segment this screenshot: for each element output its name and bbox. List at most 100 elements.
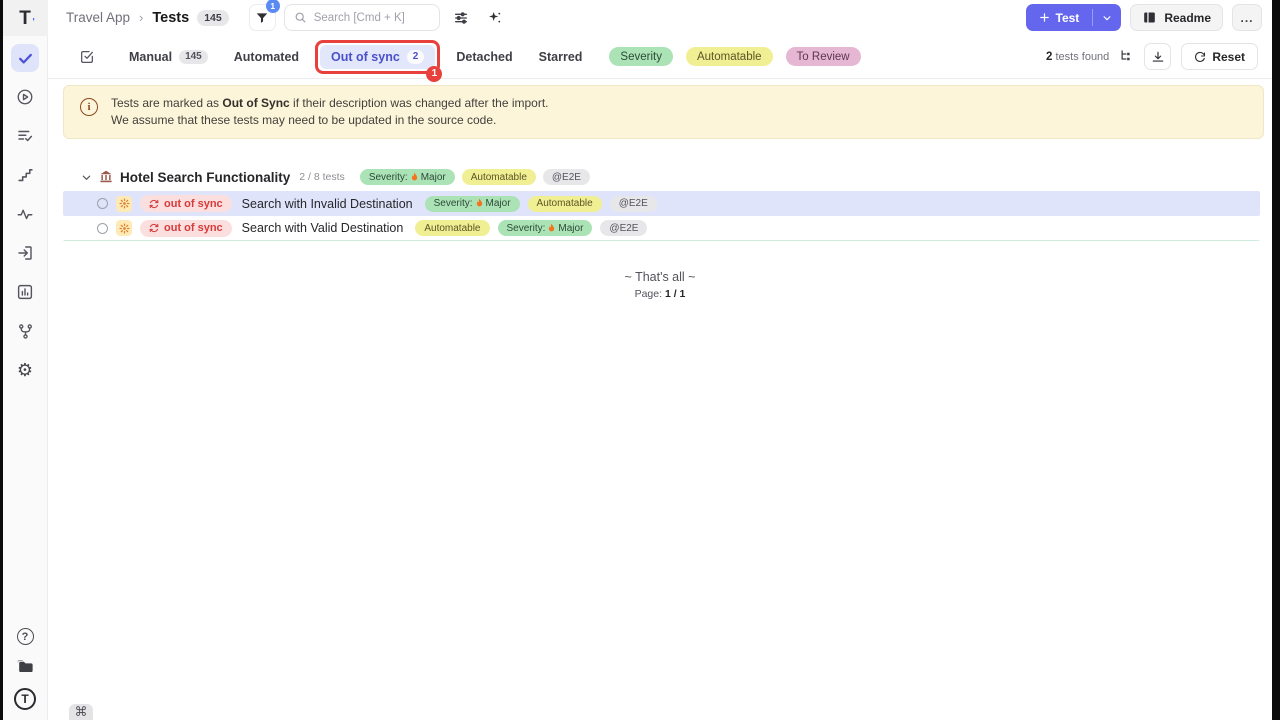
out-of-sync-info-banner: i Tests are marked as Out of Sync if the… (63, 85, 1264, 139)
fire-icon (410, 172, 419, 183)
banner-text: Tests are marked as Out of Sync if their… (111, 95, 549, 129)
test-status-circle-icon[interactable] (97, 198, 108, 209)
pagination: ~ That's all ~ Page: 1 / 1 (48, 270, 1272, 300)
sun-icon (116, 196, 132, 212)
sidebar-item-branches[interactable] (11, 317, 39, 345)
test-list: Hotel Search Functionality 2 / 8 tests S… (63, 166, 1260, 241)
pill-to-review[interactable]: To Review (786, 47, 861, 66)
tab-detached[interactable]: Detached (445, 45, 523, 69)
test-name[interactable]: Search with Valid Destination (242, 221, 404, 235)
new-test-dropdown-button[interactable] (1093, 4, 1121, 31)
pill-automatable[interactable]: Automatable (686, 47, 773, 66)
sparkles-icon (487, 10, 503, 26)
test-badge-tag: @E2E (610, 196, 657, 212)
sidebar-item-runs[interactable] (11, 83, 39, 111)
breadcrumb-current-page: Tests (152, 10, 189, 26)
sidebar-item-analytics[interactable] (11, 200, 39, 228)
tab-out-of-sync-wrap: Out of sync 2 1 (320, 45, 435, 69)
breadcrumb-project[interactable]: Travel App (66, 10, 130, 25)
tab-out-of-sync[interactable]: Out of sync 2 (320, 45, 435, 69)
tab-manual[interactable]: Manual 145 (118, 45, 219, 69)
ellipsis-icon: ... (1241, 11, 1254, 25)
brand-t-icon: T (19, 9, 31, 28)
plus-icon (1039, 12, 1050, 23)
suite-test-count: 2 / 8 tests (299, 171, 345, 183)
brand-logo-icon[interactable]: T (14, 688, 36, 710)
view-settings-button[interactable] (448, 5, 474, 31)
sidebar-item-reports[interactable] (11, 278, 39, 306)
banner-line-2: We assume that these tests may need to b… (111, 112, 549, 129)
banner-line-1: Tests are marked as Out of Sync if their… (111, 95, 549, 112)
bar-chart-icon (16, 283, 34, 301)
sidebar-item-pulls[interactable] (11, 239, 39, 267)
sync-icon (149, 199, 159, 209)
export-button[interactable] (1144, 43, 1171, 70)
new-test-button[interactable]: Test (1026, 4, 1093, 31)
fire-icon (547, 223, 556, 234)
test-badge-automatable: Automatable (528, 196, 602, 212)
test-row[interactable]: out of sync Search with Invalid Destinat… (63, 191, 1260, 216)
checkbox-edit-icon (79, 49, 95, 65)
tests-total-count-badge: 145 (197, 10, 229, 26)
play-circle-icon (16, 88, 34, 106)
sidebar-item-settings[interactable]: ⚙ (11, 356, 39, 384)
test-badge-tag: @E2E (600, 220, 647, 236)
new-test-split-button: Test (1026, 4, 1122, 31)
out-of-sync-badge: out of sync (140, 195, 232, 212)
help-icon[interactable]: ? (17, 628, 34, 645)
test-badge-automatable: Automatable (415, 220, 489, 236)
suite-badge-automatable: Automatable (462, 169, 536, 185)
filter-pills: Severity Automatable To Review (609, 47, 860, 66)
folder-icon[interactable] (16, 657, 35, 676)
test-row[interactable]: out of sync Search with Valid Destinatio… (63, 216, 1260, 241)
command-icon: ⌘ (75, 704, 88, 720)
sidebar-bottom: ? T (14, 628, 36, 720)
readme-label: Readme (1164, 11, 1211, 25)
tab-starred[interactable]: Starred (528, 45, 594, 69)
gear-icon: ⚙ (17, 361, 33, 379)
tab-automated-label: Automated (234, 50, 299, 64)
sidebar-item-steps[interactable] (11, 161, 39, 189)
ai-assist-button[interactable] (482, 5, 508, 31)
sidebar-item-plans[interactable] (11, 122, 39, 150)
test-name[interactable]: Search with Invalid Destination (242, 197, 413, 211)
results-count-label: tests found (1055, 51, 1109, 63)
app-logo[interactable]: T' (3, 0, 48, 36)
sync-icon (149, 223, 159, 233)
topbar-actions: Test Readme ... (1026, 4, 1262, 31)
tab-detached-label: Detached (456, 50, 512, 64)
tab-manual-label: Manual (129, 50, 172, 64)
test-badge-severity: Severity: Major (498, 220, 593, 236)
search-input[interactable] (314, 12, 430, 24)
reset-filters-button[interactable]: Reset (1181, 43, 1258, 70)
bulk-edit-button[interactable] (74, 44, 100, 70)
arrow-into-box-icon (16, 244, 34, 262)
readme-button[interactable]: Readme (1130, 4, 1223, 31)
tab-automated[interactable]: Automated (223, 45, 310, 69)
main-area: Travel App › Tests 145 1 (48, 0, 1272, 720)
chevron-down-icon[interactable] (81, 172, 92, 183)
suite-name[interactable]: Hotel Search Functionality (120, 170, 290, 185)
funnel-icon (255, 11, 269, 25)
reset-label: Reset (1212, 50, 1245, 64)
chevron-down-icon (1102, 13, 1112, 23)
test-status-circle-icon[interactable] (97, 223, 108, 234)
sidebar-nav: ⚙ (11, 44, 39, 384)
active-filters-badge: 1 (266, 0, 280, 13)
search-box[interactable] (284, 4, 440, 31)
suite-badge-tag: @E2E (543, 169, 590, 185)
list-check-icon (16, 127, 34, 145)
sidebar-item-tests[interactable] (11, 44, 39, 72)
filter-button[interactable]: 1 (249, 4, 276, 31)
fire-icon (475, 198, 484, 209)
branch-icon (17, 323, 34, 340)
more-options-button[interactable]: ... (1232, 4, 1262, 31)
pill-severity[interactable]: Severity (609, 47, 673, 66)
pulse-icon (16, 205, 34, 223)
check-icon (17, 50, 34, 67)
filters-toolbar: Manual 145 Automated Out of sync 2 1 Det… (48, 35, 1272, 79)
suite-header-row[interactable]: Hotel Search Functionality 2 / 8 tests S… (63, 166, 1260, 191)
out-of-sync-badge: out of sync (140, 220, 232, 237)
command-key-shortcut[interactable]: ⌘ (69, 704, 93, 720)
tree-view-toggle[interactable] (1119, 49, 1134, 64)
